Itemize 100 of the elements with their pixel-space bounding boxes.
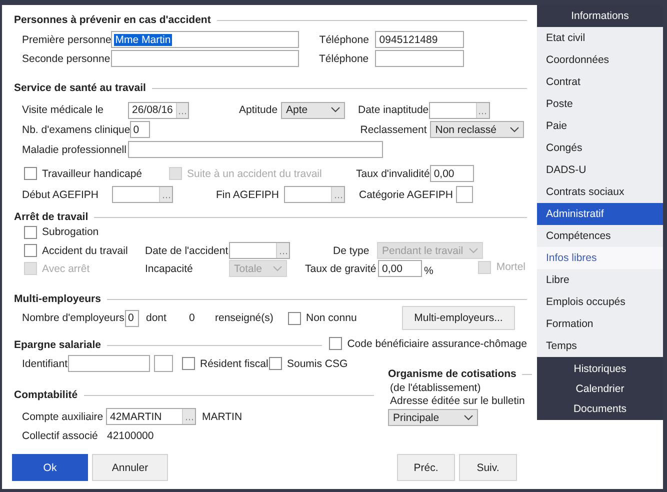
chevron-down-icon: [464, 414, 473, 420]
account-field[interactable]: 42MARTIN: [106, 408, 196, 425]
checkbox[interactable]: [24, 244, 37, 257]
field-label: Compte auxiliaire: [22, 410, 104, 422]
picker-button[interactable]: [276, 243, 289, 258]
checkbox[interactable]: [24, 167, 37, 180]
checkbox[interactable]: [288, 312, 301, 324]
sidebar-item[interactable]: Compétences: [537, 225, 663, 247]
dialog-button[interactable]: Ok: [12, 454, 88, 481]
sidebar-item[interactable]: Administratif: [537, 203, 663, 225]
number-field[interactable]: 0,00: [430, 165, 474, 182]
field-label: Adresse éditée sur le bulletin: [390, 395, 526, 407]
checkbox[interactable]: [329, 337, 342, 350]
field-label: Téléphone: [319, 34, 370, 46]
dialog-button[interactable]: Annuler: [92, 454, 168, 481]
collective-value: 42100000: [107, 430, 154, 442]
number-field[interactable]: 0: [125, 310, 139, 326]
field-label: Nombre d'employeurs: [22, 312, 125, 324]
text-field[interactable]: [68, 355, 150, 372]
checkbox-label: Subrogation: [42, 226, 99, 238]
date-field[interactable]: [284, 186, 345, 203]
picker-button[interactable]: [182, 409, 195, 424]
dropdown[interactable]: Apte: [281, 102, 345, 118]
sidebar-item[interactable]: Emplois occupés: [537, 291, 663, 313]
checkbox-label: Non connu: [306, 312, 357, 324]
field-label: De type: [333, 244, 370, 256]
field-label: Collectif associé: [22, 430, 99, 442]
field-label: Visite médicale le: [22, 104, 105, 116]
checkbox-label: Résident fiscal: [200, 358, 268, 370]
text-field[interactable]: [456, 186, 473, 203]
chevron-down-icon: [331, 107, 340, 113]
unit-label: %: [424, 265, 434, 277]
checkbox-label: Accident du travail: [42, 244, 128, 256]
chevron-down-icon: [469, 248, 478, 254]
field-label: Nb. d'examens clinique: [22, 124, 130, 136]
field-label: Aptitude: [239, 104, 279, 116]
text-field[interactable]: Mme Martin: [111, 31, 300, 48]
picker-button[interactable]: [331, 187, 344, 202]
field-label: Incapacité: [145, 262, 194, 274]
date-field[interactable]: 26/08/16: [128, 102, 189, 118]
sidebar-link[interactable]: Documents: [537, 399, 663, 419]
sidebar-item[interactable]: Etat civil: [537, 27, 663, 49]
field-label: dont: [146, 312, 168, 324]
sidebar-item[interactable]: Coordonnées: [537, 49, 663, 71]
field-label: Téléphone: [319, 52, 370, 64]
field-label: Première personne: [22, 34, 112, 46]
section-title: Personnes à prévenir en cas d'accident: [14, 14, 211, 26]
field-label: Maladie professionnell: [22, 144, 128, 156]
field-label: Reclassement: [360, 124, 428, 136]
sidebar-link[interactable]: Calendrier: [537, 379, 663, 399]
field-label: Fin AGEFIPH: [216, 188, 280, 200]
sidebar-item[interactable]: Formation: [537, 313, 663, 335]
section-subtitle: (de l'établissement): [390, 382, 482, 394]
multi-employers-button[interactable]: Multi-employeurs...: [402, 306, 515, 330]
date-field[interactable]: [428, 102, 490, 118]
checkbox[interactable]: [269, 357, 282, 370]
count-value: 0: [189, 312, 196, 324]
sidebar-item[interactable]: Libre: [537, 269, 663, 291]
sidebar-item[interactable]: Contrat: [537, 71, 663, 93]
sidebar-item[interactable]: Contrats sociaux: [537, 181, 663, 203]
checkbox-label: Travailleur handicapé: [42, 168, 142, 180]
sidebar-item[interactable]: Congés: [537, 137, 663, 159]
checkbox[interactable]: [24, 226, 37, 238]
sidebar-link[interactable]: Historiques: [537, 359, 663, 379]
account-name: MARTIN: [202, 410, 242, 422]
checkbox-label: Suite à un accident du travail: [187, 168, 322, 180]
dropdown[interactable]: Non reclassé: [430, 121, 524, 138]
sidebar-item[interactable]: Infos libres: [537, 247, 663, 269]
section-title: Epargne salariale: [14, 339, 101, 351]
text-field[interactable]: [128, 141, 383, 158]
field-label: Catégorie AGEFIPH: [359, 188, 454, 200]
sidebar-item[interactable]: Temps: [537, 335, 663, 357]
dropdown[interactable]: Principale: [388, 409, 478, 426]
sidebar-item[interactable]: Paie: [537, 115, 663, 137]
checkbox[interactable]: [182, 357, 195, 370]
sidebar-item[interactable]: Poste: [537, 93, 663, 115]
chevron-down-icon: [273, 266, 282, 272]
field-label: Taux d'invalidité: [356, 168, 430, 180]
number-field[interactable]: 0: [130, 121, 150, 138]
section-title: Arrêt de travail: [14, 211, 88, 223]
phone-field[interactable]: 0945121489: [375, 31, 464, 48]
text-field[interactable]: [111, 50, 299, 67]
number-field[interactable]: 0,00: [378, 260, 422, 277]
picker-button[interactable]: [159, 187, 172, 202]
date-field[interactable]: [112, 186, 173, 203]
field-label: Taux de gravité: [305, 262, 378, 274]
picker-button[interactable]: [476, 102, 489, 118]
field-label: Début AGEFIPH: [22, 188, 100, 200]
section-title: Multi-employeurs: [14, 293, 101, 305]
field-label: Seconde personne: [22, 52, 111, 64]
sidebar-item[interactable]: DADS-U: [537, 159, 663, 181]
dialog-button[interactable]: Suiv.: [459, 454, 517, 481]
dialog-button[interactable]: Préc.: [397, 454, 455, 481]
chevron-down-icon: [510, 126, 520, 132]
date-field[interactable]: [229, 242, 290, 259]
section-title: Service de santé au travail: [14, 82, 146, 94]
picker-button[interactable]: [176, 102, 188, 118]
phone-field[interactable]: [375, 50, 464, 67]
text-field[interactable]: [154, 355, 173, 372]
checkbox-label: Soumis CSG: [287, 358, 348, 370]
